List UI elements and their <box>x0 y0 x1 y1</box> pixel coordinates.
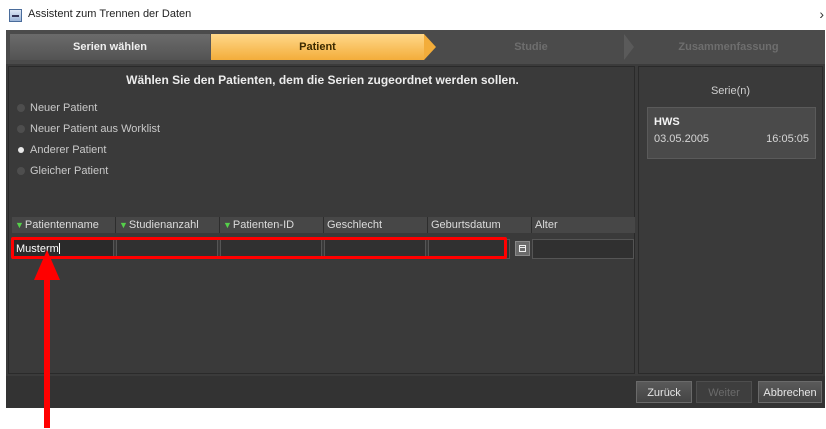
step-serien-waehlen: Serien wählen <box>10 34 210 60</box>
calendar-icon[interactable] <box>515 241 530 256</box>
series-card[interactable]: HWS 03.05.2005 16:05:05 <box>647 107 816 159</box>
wizard-steps: Serien wählen Patient Studie Zusammenfas… <box>6 30 825 64</box>
filter-icon: ▼ <box>15 220 24 230</box>
annotation-arrow-icon <box>34 250 60 428</box>
series-name: HWS <box>654 116 680 128</box>
step-patient: Patient <box>211 34 424 60</box>
column-header-alter[interactable]: Alter <box>532 217 635 233</box>
column-header-patientenname[interactable]: ▼Patientenname <box>12 217 116 233</box>
series-panel: Serie(n) HWS 03.05.2005 16:05:05 <box>638 66 823 374</box>
column-header-patienten-id[interactable]: ▼Patienten-ID <box>220 217 324 233</box>
studienanzahl-input[interactable] <box>116 239 218 259</box>
column-header-geburtsdatum[interactable]: Geburtsdatum <box>428 217 532 233</box>
radio-indicator <box>17 125 25 134</box>
table-header: ▼Patientenname ▼Studienanzahl ▼Patienten… <box>12 217 635 233</box>
app-icon <box>9 9 22 22</box>
next-button[interactable]: Weiter <box>696 381 752 403</box>
radio-indicator-selected <box>18 147 24 154</box>
radio-label: Neuer Patient <box>30 102 98 114</box>
step-zusammenfassung: Zusammenfassung <box>678 41 779 53</box>
patienten-id-input[interactable] <box>220 239 322 259</box>
radio-label: Anderer Patient <box>30 144 107 156</box>
alter-input[interactable] <box>532 239 634 259</box>
radio-neuer-patient[interactable]: Neuer Patient <box>17 101 97 115</box>
series-panel-header: Serie(n) <box>710 85 751 97</box>
series-time: 16:05:05 <box>766 133 809 145</box>
radio-indicator <box>17 167 25 176</box>
wizard-dialog: Serien wählen Patient Studie Zusammenfas… <box>6 30 825 408</box>
wizard-footer: Zurück Weiter Abbrechen <box>6 376 825 408</box>
step-studie: Studie <box>514 41 548 53</box>
column-header-geschlecht[interactable]: Geschlecht <box>324 217 428 233</box>
radio-label: Gleicher Patient <box>30 165 109 177</box>
filter-icon: ▼ <box>223 220 232 230</box>
geburtsdatum-input[interactable] <box>428 239 510 259</box>
step-arrow <box>624 34 634 60</box>
cancel-button[interactable]: Abbrechen <box>758 381 822 403</box>
radio-neuer-patient-worklist[interactable]: Neuer Patient aus Worklist <box>17 122 160 136</box>
radio-indicator <box>17 104 25 113</box>
window-title: Assistent zum Trennen der Daten <box>28 8 192 20</box>
column-header-studienanzahl[interactable]: ▼Studienanzahl <box>116 217 220 233</box>
filter-icon: ▼ <box>119 220 128 230</box>
geschlecht-input[interactable] <box>324 239 426 259</box>
patientenname-input[interactable]: Musterm <box>12 239 114 259</box>
series-date: 03.05.2005 <box>654 133 710 145</box>
radio-label: Neuer Patient aus Worklist <box>30 123 161 135</box>
radio-gleicher-patient[interactable]: Gleicher Patient <box>17 164 108 178</box>
radio-anderer-patient[interactable]: Anderer Patient <box>17 143 106 157</box>
panel-heading: Wählen Sie den Patienten, dem die Serien… <box>126 73 519 87</box>
patient-selection-panel: Wählen Sie den Patienten, dem die Serien… <box>8 66 635 374</box>
window-titlebar: Assistent zum Trennen der Daten › <box>0 0 826 30</box>
step-arrow <box>424 34 436 60</box>
back-button[interactable]: Zurück <box>636 381 692 403</box>
close-icon[interactable]: › <box>819 6 824 22</box>
